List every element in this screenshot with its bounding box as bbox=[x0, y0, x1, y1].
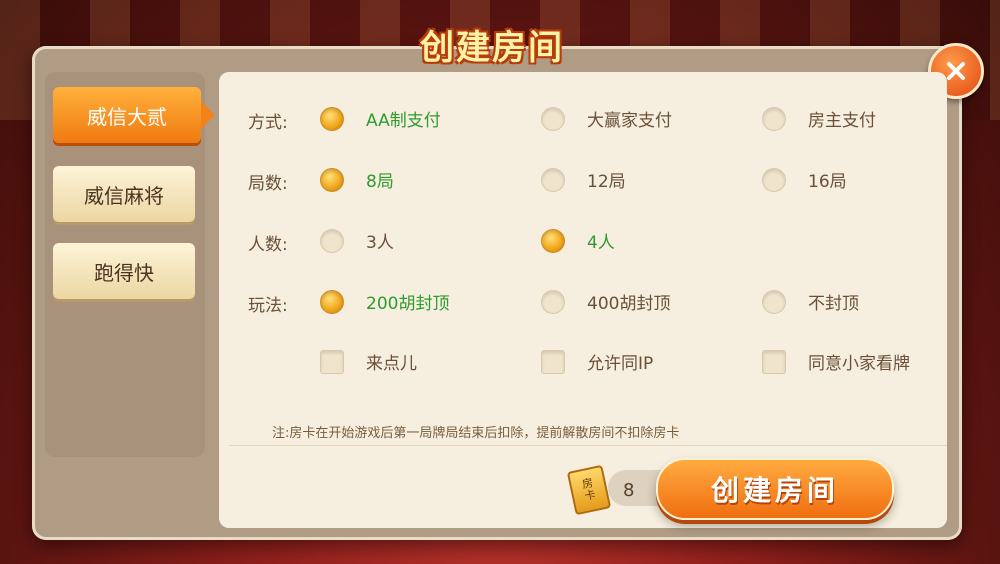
option-3-players[interactable]: 3人 bbox=[320, 228, 394, 253]
radio-button[interactable] bbox=[541, 228, 565, 253]
option-label: 不封顶 bbox=[808, 294, 859, 314]
row-label-rounds: 局数: bbox=[248, 174, 288, 194]
option-label: 200胡封顶 bbox=[366, 294, 450, 314]
radio-button[interactable] bbox=[541, 106, 565, 131]
option-label: 房主支付 bbox=[808, 111, 876, 131]
tab-paodekuai[interactable]: 跑得快 bbox=[53, 243, 195, 299]
radio-button[interactable] bbox=[762, 106, 786, 131]
radio-button[interactable] bbox=[541, 167, 565, 192]
checkbox-allow-same-ip[interactable]: 允许同IP bbox=[541, 349, 653, 374]
checkbox-label: 允许同IP bbox=[587, 354, 654, 374]
option-label: AA制支付 bbox=[366, 111, 441, 131]
checkbox-laidianer[interactable]: 来点儿 bbox=[320, 349, 417, 374]
divider bbox=[229, 445, 947, 446]
option-aa-pay[interactable]: AA制支付 bbox=[320, 106, 441, 131]
option-label: 12局 bbox=[587, 172, 626, 192]
radio-button[interactable] bbox=[320, 167, 344, 192]
checkbox-label: 来点儿 bbox=[366, 354, 417, 374]
option-label: 3人 bbox=[366, 233, 394, 253]
dialog-title: 创建房间 bbox=[420, 28, 564, 68]
radio-button[interactable] bbox=[762, 167, 786, 192]
option-label: 400胡封顶 bbox=[587, 294, 671, 314]
checkbox-allow-view-cards[interactable]: 同意小家看牌 bbox=[762, 349, 910, 374]
option-8-rounds[interactable]: 8局 bbox=[320, 167, 394, 192]
option-label: 16局 bbox=[808, 172, 847, 192]
checkbox-label: 同意小家看牌 bbox=[808, 354, 910, 374]
tab-weixin-mahjong[interactable]: 威信麻将 bbox=[53, 166, 195, 222]
option-4-players[interactable]: 4人 bbox=[541, 228, 615, 253]
option-label: 大赢家支付 bbox=[587, 111, 672, 131]
option-host-pay[interactable]: 房主支付 bbox=[762, 106, 876, 131]
tab-weixin-daer[interactable]: 威信大贰 bbox=[53, 87, 215, 143]
radio-button[interactable] bbox=[762, 289, 786, 314]
room-card-count: 8 bbox=[623, 480, 635, 501]
checkbox[interactable] bbox=[762, 349, 786, 374]
radio-button[interactable] bbox=[320, 106, 344, 131]
option-label: 8局 bbox=[366, 172, 394, 192]
create-room-button[interactable]: 创建房间 bbox=[656, 458, 894, 520]
row-label-mode: 方式: bbox=[248, 113, 288, 133]
option-16-rounds[interactable]: 16局 bbox=[762, 167, 847, 192]
radio-button[interactable] bbox=[541, 289, 565, 314]
option-200-cap[interactable]: 200胡封顶 bbox=[320, 289, 449, 314]
checkbox[interactable] bbox=[320, 349, 344, 374]
radio-button[interactable] bbox=[320, 289, 344, 314]
row-label-players: 人数: bbox=[248, 235, 288, 255]
radio-button[interactable] bbox=[320, 228, 344, 253]
option-winner-pay[interactable]: 大赢家支付 bbox=[541, 106, 672, 131]
option-no-cap[interactable]: 不封顶 bbox=[762, 289, 859, 314]
room-card-note: 注:房卡在开始游戏后第一局牌局结束后扣除，提前解散房间不扣除房卡 bbox=[272, 426, 680, 441]
close-icon bbox=[947, 62, 965, 80]
row-label-rules: 玩法: bbox=[248, 296, 288, 316]
card-text-bottom: 卡 bbox=[583, 487, 597, 503]
option-12-rounds[interactable]: 12局 bbox=[541, 167, 626, 192]
option-400-cap[interactable]: 400胡封顶 bbox=[541, 289, 670, 314]
option-label: 4人 bbox=[587, 233, 615, 253]
checkbox[interactable] bbox=[541, 349, 565, 374]
